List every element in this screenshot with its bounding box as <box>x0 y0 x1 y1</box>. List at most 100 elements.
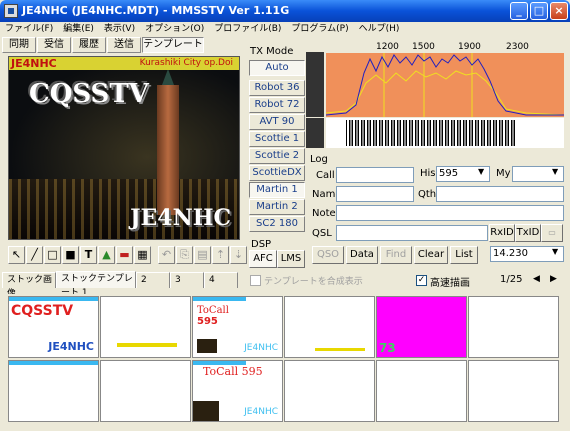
menu-file[interactable]: ファイル(F) <box>0 22 58 36</box>
qsl-label: QSL <box>312 228 332 239</box>
picture-location: Kurashiki City op.Doi <box>139 58 233 68</box>
tab-stock-image[interactable]: ストック画像 <box>2 272 56 299</box>
call-field[interactable] <box>336 167 414 183</box>
stock-cell-text: JE4NHC <box>244 407 278 417</box>
lms-button[interactable]: LMS <box>277 250 305 268</box>
stock-cell[interactable] <box>376 360 467 422</box>
minimize-button[interactable]: _ <box>510 2 528 20</box>
copy-icon[interactable]: ⎘ <box>176 246 193 264</box>
undo-icon[interactable]: ↶ <box>158 246 175 264</box>
stock-template-grid: CQSSTV JE4NHC ToCall 595 JE4NHC 73 ToCal… <box>6 294 566 426</box>
tab-stock-template-1[interactable]: ストックテンプレート 1 <box>56 271 136 298</box>
tab-receive[interactable]: 受信 <box>37 37 71 53</box>
template-compose-checkbox[interactable] <box>250 275 261 286</box>
fast-draw-checkbox[interactable]: ✓ <box>416 275 427 286</box>
stock-cell[interactable] <box>100 360 191 422</box>
my-label: My <box>496 168 511 179</box>
menu-edit[interactable]: 編集(E) <box>58 22 99 36</box>
stock-cell[interactable] <box>468 296 559 358</box>
grid-tool-icon[interactable]: ▦ <box>134 246 151 264</box>
note-field[interactable] <box>336 205 564 221</box>
prev-page-icon[interactable]: ◀ <box>533 273 547 287</box>
waterfall-display[interactable] <box>326 118 564 148</box>
list-button[interactable]: List <box>450 246 478 264</box>
title-bar[interactable]: JE4NHC (JE4NHC.MDT) - MMSSTV Ver 1.11G _… <box>0 0 570 22</box>
tab-sync[interactable]: 同期 <box>2 37 36 53</box>
spectrum-line <box>326 54 564 116</box>
tab-history[interactable]: 履歴 <box>72 37 106 53</box>
pointer-tool-icon[interactable]: ↖ <box>8 246 25 264</box>
name-field[interactable] <box>336 186 414 202</box>
align-icon[interactable]: ▤ <box>194 246 211 264</box>
fast-draw-label: 高速描画 <box>430 278 470 289</box>
stock-cell-text: ToCall <box>197 305 229 316</box>
spectrum-display[interactable] <box>326 53 564 117</box>
menu-help[interactable]: ヘルプ(H) <box>354 22 405 36</box>
mode-avt90[interactable]: AVT 90 <box>249 114 305 130</box>
stock-cell[interactable]: 73 <box>376 296 467 358</box>
stock-tabs: ストック画像 ストックテンプレート 1 2 3 4 テンプレートを合成表示 ✓ … <box>0 271 570 299</box>
mode-scottie1[interactable]: Scottie 1 <box>249 131 305 147</box>
txid-button[interactable]: TxID <box>515 224 541 242</box>
mode-scottie2[interactable]: Scottie 2 <box>249 148 305 164</box>
qth-label: Qth <box>418 189 437 200</box>
qso-button[interactable]: QSO <box>312 246 344 264</box>
mode-scottiedx[interactable]: ScottieDX <box>249 165 305 181</box>
mode-auto[interactable]: Auto <box>249 60 305 76</box>
frequency-dropdown-icon[interactable]: ▼ <box>552 247 558 256</box>
menu-view[interactable]: 表示(V) <box>99 22 140 36</box>
tab-stock-template-3[interactable]: 3 <box>170 272 204 288</box>
qsl-field[interactable] <box>336 225 488 241</box>
line-tool-icon[interactable]: ╱ <box>26 246 43 264</box>
mode-robot36[interactable]: Robot 36 <box>249 80 305 96</box>
stock-cell[interactable] <box>8 360 99 422</box>
his-dropdown-icon[interactable]: ▼ <box>478 167 484 176</box>
tab-send[interactable]: 送信 <box>107 37 141 53</box>
tab-stock-template-2[interactable]: 2 <box>136 272 170 288</box>
text-tool-icon[interactable]: T <box>80 246 97 264</box>
tab-stock-template-4[interactable]: 4 <box>204 272 238 288</box>
back-icon[interactable]: ⇣ <box>230 246 247 264</box>
my-dropdown-icon[interactable]: ▼ <box>552 167 558 176</box>
front-icon[interactable]: ⇡ <box>212 246 229 264</box>
dsp-label: DSP <box>251 239 272 250</box>
menu-program[interactable]: プログラム(P) <box>286 22 353 36</box>
next-page-icon[interactable]: ▶ <box>550 273 564 287</box>
menu-options[interactable]: オプション(O) <box>140 22 209 36</box>
template-picture[interactable]: JE4NHC Kurashiki City op.Doi CQSSTV JE4N… <box>8 56 240 240</box>
mode-robot72[interactable]: Robot 72 <box>249 97 305 113</box>
stock-cell[interactable]: CQSSTV JE4NHC <box>8 296 99 358</box>
close-button[interactable]: × <box>550 2 568 20</box>
data-button[interactable]: Data <box>346 246 378 264</box>
image-tool-icon[interactable]: ▲ <box>98 246 115 264</box>
maximize-button[interactable]: □ <box>530 2 548 20</box>
qth-field[interactable] <box>436 186 564 202</box>
mode-martin1[interactable]: Martin 1 <box>249 182 305 198</box>
spectrum-tick: 1200 <box>376 42 399 52</box>
find-button[interactable]: Find <box>380 246 412 264</box>
stock-cell[interactable] <box>468 360 559 422</box>
level-meter <box>306 52 324 117</box>
mode-martin2[interactable]: Martin 2 <box>249 199 305 215</box>
afc-button[interactable]: AFC <box>249 250 277 268</box>
stock-cell[interactable]: ToCall 595 JE4NHC <box>192 360 283 422</box>
tab-template[interactable]: テンプレート <box>142 37 204 53</box>
rxid-button[interactable]: RxID <box>489 224 515 242</box>
clear-button[interactable]: Clear <box>414 246 448 264</box>
menu-profile[interactable]: プロファイル(B) <box>209 22 286 36</box>
spectrum-tick: 1500 <box>412 42 435 52</box>
template-compose-label: テンプレートを合成表示 <box>264 277 363 287</box>
txid-options-icon[interactable]: ▭ <box>541 224 563 242</box>
color-bar-tool-icon[interactable]: ▬ <box>116 246 133 264</box>
stock-cell[interactable] <box>284 360 375 422</box>
mode-sc2-180[interactable]: SC2 180 <box>249 216 305 232</box>
stock-cell[interactable] <box>284 296 375 358</box>
call-label: Call <box>316 170 335 181</box>
app-icon[interactable] <box>4 4 18 18</box>
fill-rect-tool-icon[interactable]: ■ <box>62 246 79 264</box>
rect-tool-icon[interactable]: □ <box>44 246 61 264</box>
stock-cell-text: 73 <box>379 341 396 355</box>
spectrum-tick: 2300 <box>506 42 529 52</box>
stock-cell[interactable]: ToCall 595 JE4NHC <box>192 296 283 358</box>
stock-cell[interactable] <box>100 296 191 358</box>
